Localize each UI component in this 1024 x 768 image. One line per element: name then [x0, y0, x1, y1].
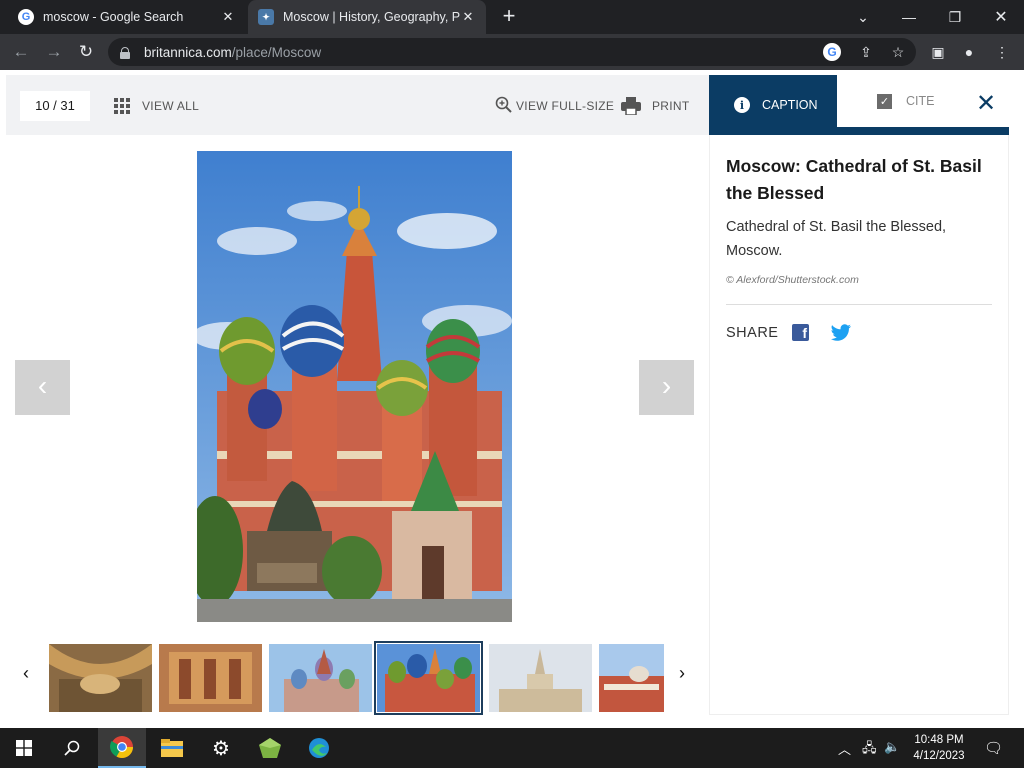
tab-title: Moscow | History, Geography, Po	[283, 10, 460, 24]
windows-taskbar: ⚙ ︿ 🖧 🔈 10:48 PM 4/12/2023 🗨	[0, 728, 1024, 768]
tray-chevron-icon[interactable]: ︿	[838, 739, 851, 758]
image-credit: © Alexford/Shutterstock.com	[726, 274, 859, 286]
taskbar-edge[interactable]	[295, 728, 343, 768]
clock-time: 10:48 PM	[914, 734, 964, 746]
caption-body: Cathedral of St. Basil the Blessed, Mosc…	[726, 219, 947, 259]
thumbnail-4-selected[interactable]	[374, 641, 483, 715]
main-photo-cathedral	[197, 151, 512, 622]
url-host: britannica.com	[144, 44, 232, 60]
browser-toolbar: ← → ↻ britannica.com/place/Moscow G ⇪ ☆ …	[0, 34, 1024, 70]
minimize-button[interactable]: —	[886, 0, 932, 34]
edge-icon	[309, 738, 329, 758]
profile-icon[interactable]: ●	[959, 42, 979, 62]
facebook-icon[interactable]: f	[792, 324, 809, 341]
google-favicon-icon: G	[18, 9, 34, 25]
google-lens-icon[interactable]: G	[823, 43, 841, 61]
share-icon[interactable]: ⇪	[856, 42, 876, 62]
gem-app-icon	[259, 738, 281, 758]
view-all-button[interactable]: VIEW ALL	[142, 99, 199, 113]
search-button[interactable]	[48, 728, 96, 768]
tab-britannica-moscow[interactable]: ✦ Moscow | History, Geography, Po ✕	[248, 0, 486, 34]
start-button[interactable]	[0, 728, 48, 768]
taskbar-file-explorer[interactable]	[148, 728, 196, 768]
close-viewer-icon[interactable]: ✕	[976, 91, 996, 117]
taskbar-settings[interactable]: ⚙	[197, 728, 245, 768]
window-close-button[interactable]: ✕	[978, 0, 1024, 34]
taskbar-clock[interactable]: 10:48 PM 4/12/2023	[906, 732, 972, 764]
caption-tabs: i CAPTION ✓ CITE	[709, 75, 1009, 135]
chrome-icon	[110, 736, 133, 758]
info-icon: i	[734, 97, 750, 113]
zoom-in-icon[interactable]	[495, 96, 512, 113]
address-bar[interactable]: britannica.com/place/Moscow	[108, 38, 916, 66]
network-icon[interactable]: 🖧	[862, 739, 877, 761]
thumbnail-6[interactable]	[599, 644, 664, 712]
view-full-size-button[interactable]: VIEW FULL-SIZE	[516, 99, 614, 113]
share-label: SHARE	[726, 325, 779, 341]
checkbox-icon: ✓	[877, 93, 892, 109]
next-image-button[interactable]: ›	[639, 360, 694, 415]
browser-tab-strip: G moscow - Google Search ✕ ✦ Moscow | Hi…	[0, 0, 1024, 34]
caption-title: Moscow: Cathedral of St. Basil the Bless…	[726, 156, 982, 203]
thumbnails-next-icon[interactable]: ›	[672, 661, 692, 685]
forward-button[interactable]: →	[42, 40, 66, 64]
caption-tab-underline	[709, 127, 1009, 135]
windows-logo-icon	[16, 740, 32, 756]
restore-button[interactable]: ❐	[932, 0, 978, 34]
tab-search-chevron-icon[interactable]: ⌄	[840, 0, 886, 34]
print-button[interactable]: PRINT	[652, 99, 690, 113]
tab-caption-label: CAPTION	[762, 98, 818, 112]
taskbar-app-green[interactable]	[246, 728, 294, 768]
lock-icon[interactable]	[120, 47, 130, 59]
new-tab-button[interactable]: +	[498, 5, 520, 28]
thumbnail-1[interactable]	[49, 644, 152, 712]
menu-kebab-icon[interactable]: ⋮	[992, 42, 1012, 62]
caption-panel: Moscow: Cathedral of St. Basil the Bless…	[709, 135, 1009, 715]
tab-title: moscow - Google Search	[43, 10, 184, 24]
tab-close-icon[interactable]: ✕	[460, 9, 476, 25]
tab-cite-label: CITE	[906, 94, 935, 108]
thumbnails-prev-icon[interactable]: ‹	[16, 661, 36, 685]
tab-google-search[interactable]: G moscow - Google Search ✕	[8, 0, 246, 34]
side-panel-icon[interactable]: ▣	[928, 42, 948, 62]
britannica-favicon-icon: ✦	[258, 9, 274, 25]
divider	[726, 304, 992, 305]
tab-close-icon[interactable]: ✕	[220, 9, 236, 25]
twitter-icon[interactable]	[830, 324, 852, 342]
taskbar-chrome[interactable]	[98, 728, 146, 768]
media-gallery-viewer: 10 / 31 VIEW ALL VIEW FULL-SIZE PRINT i	[6, 75, 1018, 725]
volume-icon[interactable]: 🔈	[884, 739, 900, 755]
britannica-page: 10 / 31 VIEW ALL VIEW FULL-SIZE PRINT i	[0, 70, 1024, 728]
thumbnail-strip: ‹ ›	[6, 637, 709, 715]
notifications-icon[interactable]: 🗨	[984, 739, 1003, 757]
thumbnail-2[interactable]	[159, 644, 262, 712]
search-icon	[64, 740, 80, 756]
clock-date: 4/12/2023	[913, 750, 965, 762]
url-path: /place/Moscow	[231, 44, 322, 60]
folder-icon	[161, 739, 183, 757]
grid-icon[interactable]	[114, 98, 130, 114]
thumbnail-3[interactable]	[269, 644, 372, 712]
gallery-toolbar: 10 / 31 VIEW ALL VIEW FULL-SIZE PRINT	[6, 75, 709, 135]
back-button[interactable]: ←	[9, 40, 33, 64]
gear-icon: ⚙	[212, 737, 230, 760]
printer-icon[interactable]	[621, 97, 641, 115]
tab-caption[interactable]: i CAPTION	[709, 75, 837, 135]
bookmark-star-icon[interactable]: ☆	[888, 42, 908, 62]
image-counter: 10 / 31	[20, 91, 90, 121]
thumbnail-5[interactable]	[489, 644, 592, 712]
previous-image-button[interactable]: ‹	[15, 360, 70, 415]
reload-button[interactable]: ↻	[74, 40, 98, 64]
